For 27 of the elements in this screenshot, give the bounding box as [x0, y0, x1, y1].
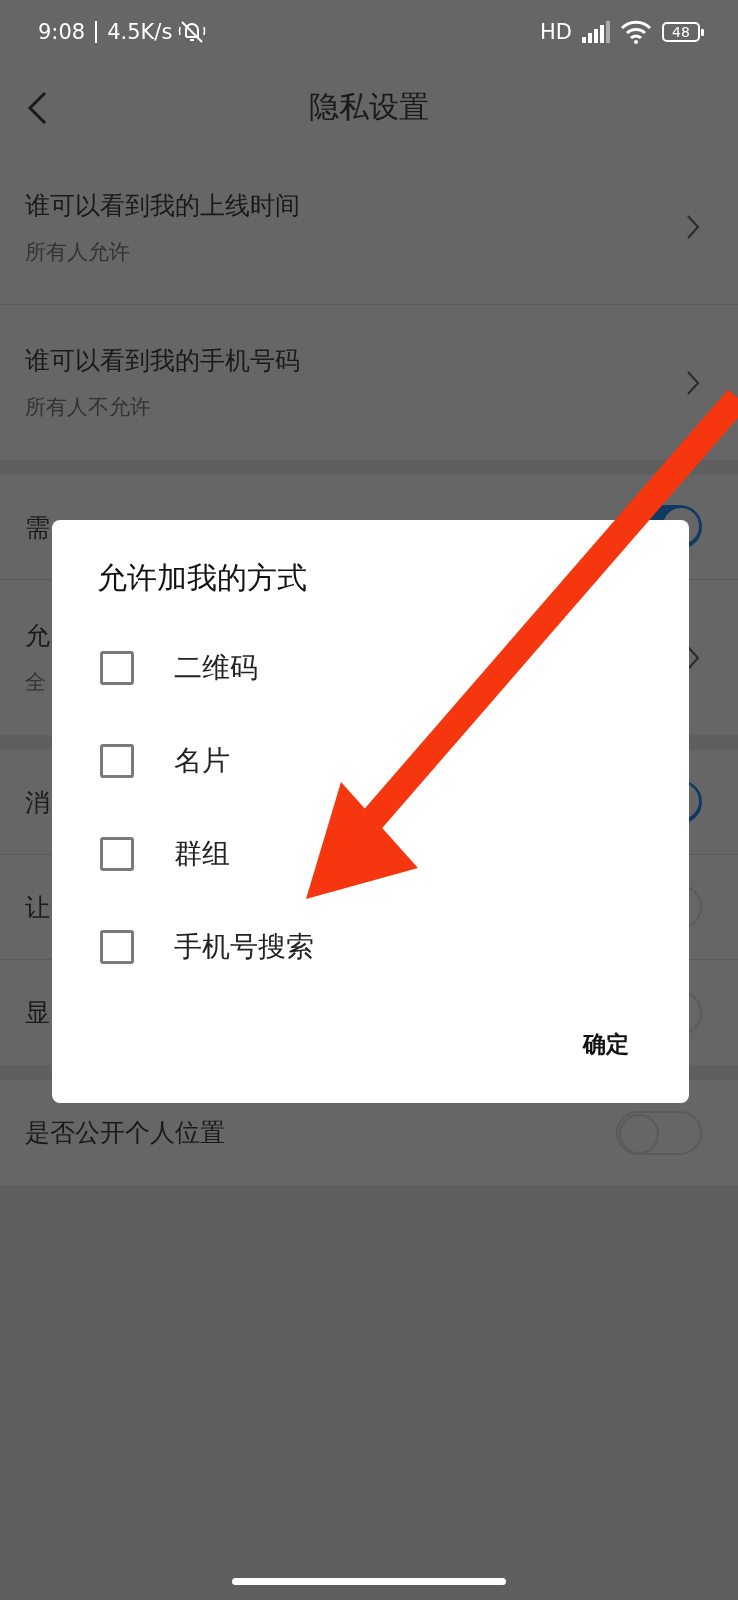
dialog-title: 允许加我的方式 — [97, 559, 307, 597]
checkbox[interactable] — [100, 743, 134, 778]
wifi-icon — [620, 20, 652, 44]
page-title: 隐私设置 — [309, 87, 429, 126]
setting-title: 谁可以看到我的上线时间 — [25, 189, 300, 222]
back-icon[interactable] — [26, 91, 48, 125]
checkbox[interactable] — [100, 650, 134, 685]
setting-title: 消 — [25, 786, 50, 819]
setting-title: 让 — [25, 891, 50, 924]
chevron-icon[interactable] — [686, 644, 700, 671]
option-label: 手机号搜索 — [174, 928, 314, 965]
checkbox[interactable] — [100, 929, 134, 964]
checkbox[interactable] — [100, 836, 134, 871]
setting-title: 需 — [25, 511, 50, 544]
confirm-button[interactable]: 确定 — [575, 1023, 637, 1066]
option-label: 二维码 — [174, 649, 258, 686]
signal-icon — [582, 21, 610, 43]
setting-title: 允 — [25, 620, 50, 652]
setting-title: 显 — [25, 997, 50, 1029]
network-speed: 4.5K/s — [107, 20, 173, 44]
setting-title: 谁可以看到我的手机号码 — [25, 345, 300, 377]
setting-title: 是否公开个人位置 — [25, 1117, 225, 1149]
option-label: 群组 — [174, 835, 230, 872]
network-label: HD — [540, 20, 572, 44]
clock-time: 9:08 — [38, 20, 86, 44]
muted-bell-icon — [178, 19, 207, 45]
option-label: 名片 — [174, 742, 230, 779]
